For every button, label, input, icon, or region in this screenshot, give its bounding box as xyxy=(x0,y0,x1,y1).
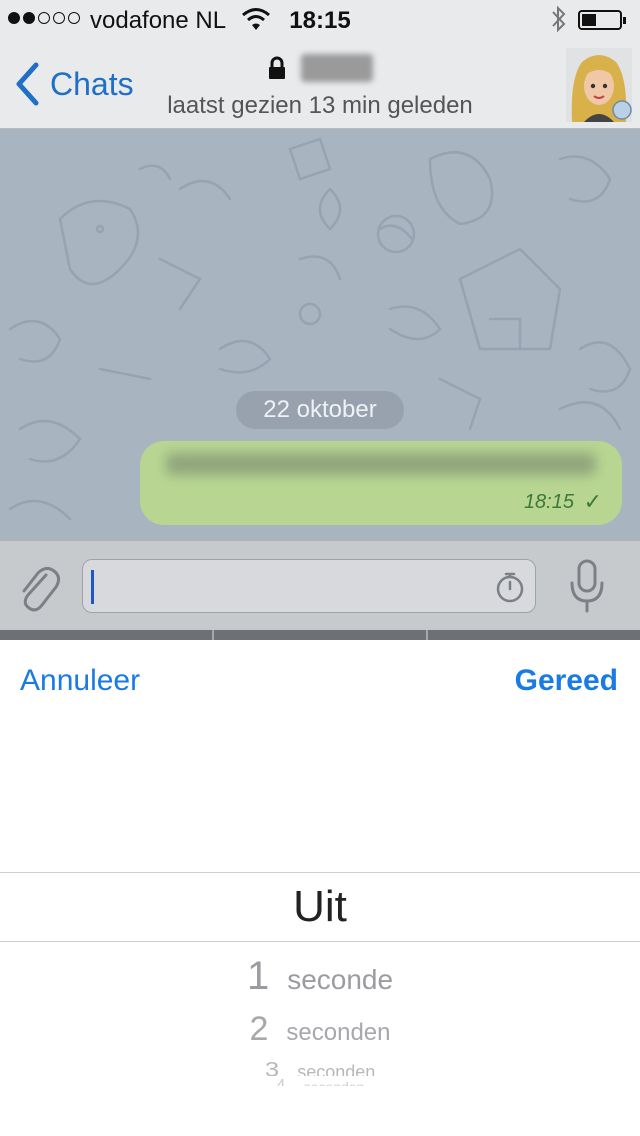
picker-selection-divider xyxy=(0,872,640,873)
message-text-redacted xyxy=(166,453,596,475)
last-seen-status: laatst gezien 13 min geleden xyxy=(167,92,473,119)
date-separator: 22 oktober xyxy=(236,391,404,429)
chat-header: Chats laatst gezien 13 min geleden xyxy=(0,40,640,129)
message-input[interactable] xyxy=(82,559,536,613)
picker-option-number: 2 xyxy=(249,1010,269,1048)
cancel-button[interactable]: Annuleer xyxy=(20,664,140,698)
keyboard-top-strip xyxy=(0,630,640,640)
self-destruct-timer-picker: Annuleer Gereed Uit 1 seconde 2 seconden 3… xyxy=(0,640,640,1136)
status-bar: vodafone NL 18:15 xyxy=(0,0,640,40)
picker-option-number: 1 xyxy=(246,954,270,998)
microphone-icon[interactable] xyxy=(568,557,606,615)
picker-option-number: 3 xyxy=(264,1057,280,1076)
lock-icon xyxy=(268,56,285,79)
picker-selection-divider xyxy=(0,941,640,942)
picker-option[interactable]: 1 seconde xyxy=(0,954,640,999)
picker-option[interactable]: 4 seconden xyxy=(0,1076,640,1086)
text-cursor xyxy=(91,570,94,604)
done-button[interactable]: Gereed xyxy=(515,664,618,698)
chat-background: 22 oktober 18:15 ✓ xyxy=(0,129,640,540)
picker-option-unit: seconde xyxy=(287,964,394,995)
picker-option[interactable]: 2 seconden xyxy=(0,1010,640,1049)
contact-name-redacted xyxy=(301,54,374,82)
picker-option[interactable]: 3 seconden xyxy=(0,1054,640,1076)
picker-option-unit: seconden xyxy=(297,1062,376,1076)
checkmark-icon: ✓ xyxy=(583,489,602,514)
outgoing-message[interactable]: 18:15 ✓ xyxy=(140,441,622,525)
avatar[interactable] xyxy=(566,48,632,122)
picker-selected-value[interactable]: Uit xyxy=(0,882,640,932)
timer-icon[interactable] xyxy=(495,571,525,603)
chat-title[interactable] xyxy=(0,54,640,82)
picker-option-unit: seconden xyxy=(304,1079,365,1086)
message-input-bar xyxy=(0,540,640,631)
picker-option-unit: seconden xyxy=(286,1019,391,1046)
message-time: 18:15 xyxy=(523,491,574,513)
battery-icon xyxy=(578,10,626,30)
status-time: 18:15 xyxy=(289,7,351,34)
paperclip-icon[interactable] xyxy=(16,561,62,613)
picker-option-number: 4 xyxy=(275,1076,286,1086)
bluetooth-icon xyxy=(552,5,566,33)
